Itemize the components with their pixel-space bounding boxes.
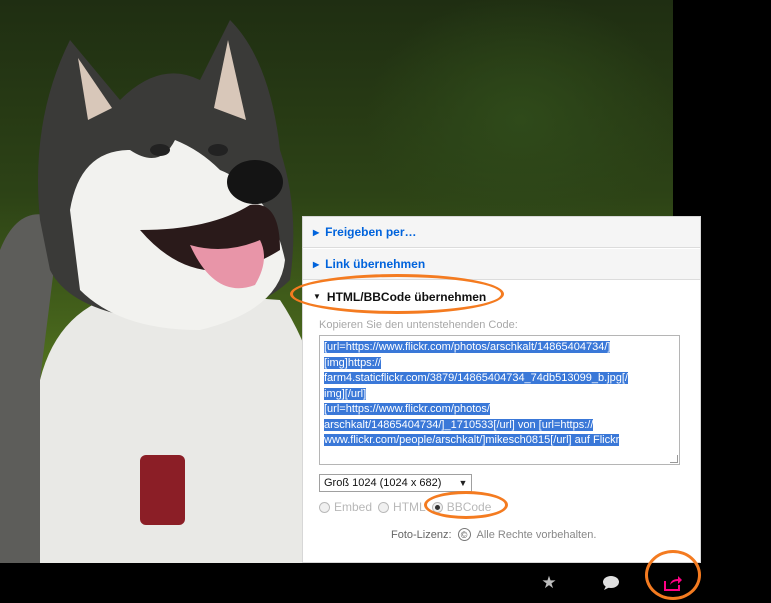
radio-label: BBCode [446,500,492,514]
triangle-right-icon: ▶ [313,227,320,237]
radio-button[interactable] [378,501,390,513]
radio-embed[interactable]: Embed [319,500,372,514]
code-line: arschkalt/14865404734/]_1710533[/url] vo… [324,418,594,431]
radio-bbcode[interactable]: BBCode [431,500,492,514]
section-label: Freigeben per… [325,225,417,239]
triangle-down-icon: ▼ [313,292,321,301]
radio-label: Embed [334,500,373,514]
size-select-value: Groß 1024 (1024 x 682) [324,477,442,489]
code-line: farm4.staticflickr.com/3879/14865404734_… [324,372,628,384]
copyright-icon: © [457,528,471,541]
embed-code-textarea[interactable]: [url=https://www.flickr.com/photos/arsch… [319,335,680,465]
section-label: HTML/BBCode übernehmen [326,289,487,304]
format-options: Embed HTML BBCode [319,499,497,515]
section-copy-link[interactable]: ▶ Link übernehmen [303,249,700,280]
radio-label: HTML [393,500,426,514]
license-label: Foto-Lizenz: [391,528,452,541]
share-panel: ▶ Freigeben per… ▶ Link übernehmen ▼ HTM… [302,216,701,563]
star-icon[interactable]: ★ [538,572,560,594]
code-line: www.flickr.com/people/arschkalt/]mikesch… [324,434,620,446]
code-line: [img]https:// [324,356,381,369]
section-label: Link übernehmen [325,257,426,271]
code-line: img][/url] [324,387,367,400]
bottom-toolbar [0,563,771,603]
comment-icon[interactable] [600,572,622,594]
dropdown-arrow-icon: ▼ [458,478,468,488]
radio-html[interactable]: HTML [378,500,426,514]
code-line: [url=https://www.flickr.com/photos/ [324,403,490,415]
resize-grip-icon[interactable] [670,455,678,463]
radio-button[interactable] [319,501,330,513]
copy-hint: Kopieren Sie den untenstehenden Code: [319,319,518,331]
share-icon[interactable] [662,572,684,594]
radio-button-checked[interactable] [431,501,443,513]
section-share-via[interactable]: ▶ Freigeben per… [303,217,700,248]
size-select[interactable]: Groß 1024 (1024 x 682) ▼ [319,474,472,492]
photo-license: Foto-Lizenz: © Alle Rechte vorbehalten. [391,528,596,541]
code-line: [url=https://www.flickr.com/photos/arsch… [324,341,611,353]
triangle-right-icon: ▶ [313,259,320,269]
share-arrow-icon [664,576,682,591]
section-html-bbcode[interactable]: ▼ HTML/BBCode übernehmen [303,281,700,312]
comment-bubble-icon [603,576,619,590]
license-text[interactable]: Alle Rechte vorbehalten. [477,529,597,541]
